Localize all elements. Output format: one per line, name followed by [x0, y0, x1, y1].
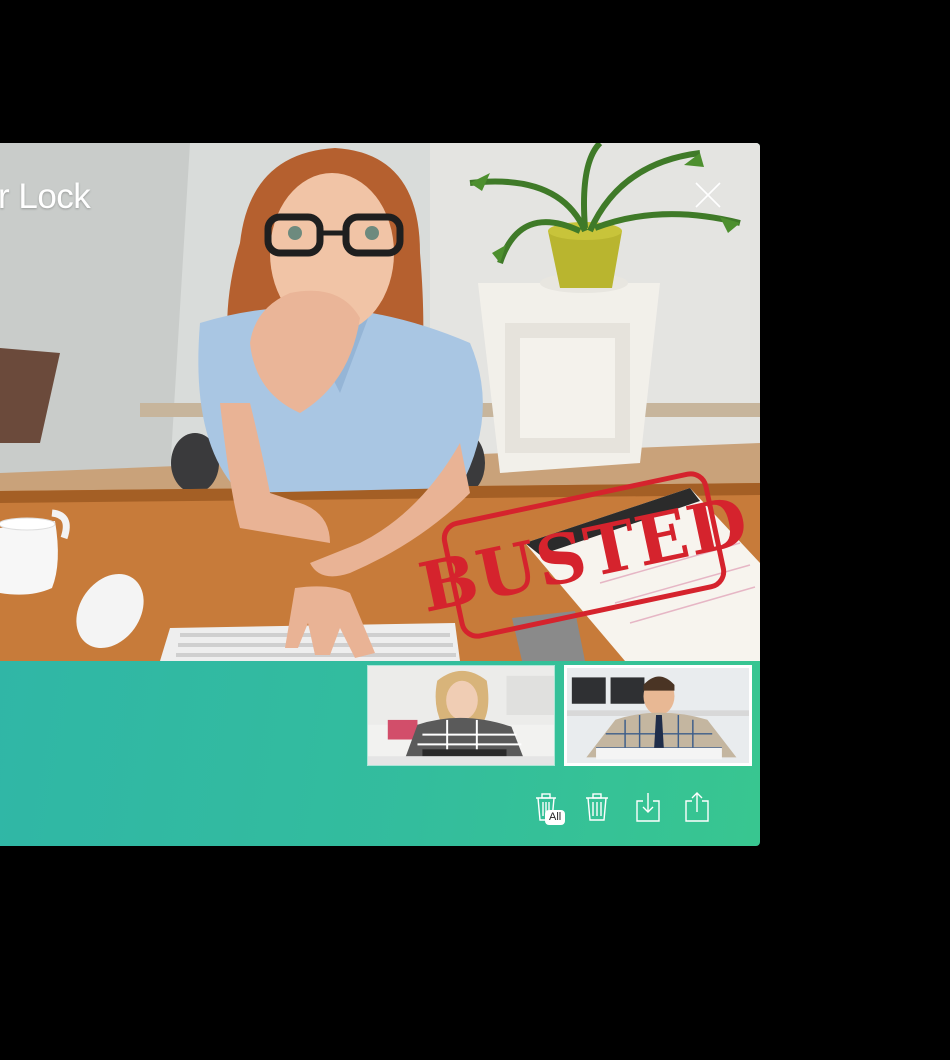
thumbnail-2[interactable]	[564, 665, 752, 766]
delete-button[interactable]	[582, 791, 614, 825]
window-title: r Lock	[0, 177, 91, 216]
thumbnail-2-image	[567, 668, 749, 763]
close-icon	[695, 182, 721, 208]
download-button[interactable]	[632, 791, 664, 825]
share-icon	[685, 792, 709, 822]
thumbnail-1-image	[368, 666, 554, 765]
download-icon	[636, 793, 660, 822]
photo-viewer-window: r Lock BUSTED All	[0, 143, 760, 846]
close-button[interactable]	[690, 177, 726, 213]
thumbnail-1[interactable]	[367, 665, 555, 766]
share-button[interactable]	[681, 791, 713, 825]
trash-icon	[586, 793, 608, 821]
action-toolbar: All	[530, 791, 730, 831]
delete-all-badge: All	[545, 810, 566, 825]
delete-all-button[interactable]: All	[532, 791, 566, 825]
main-photo: r Lock BUSTED	[0, 143, 760, 661]
